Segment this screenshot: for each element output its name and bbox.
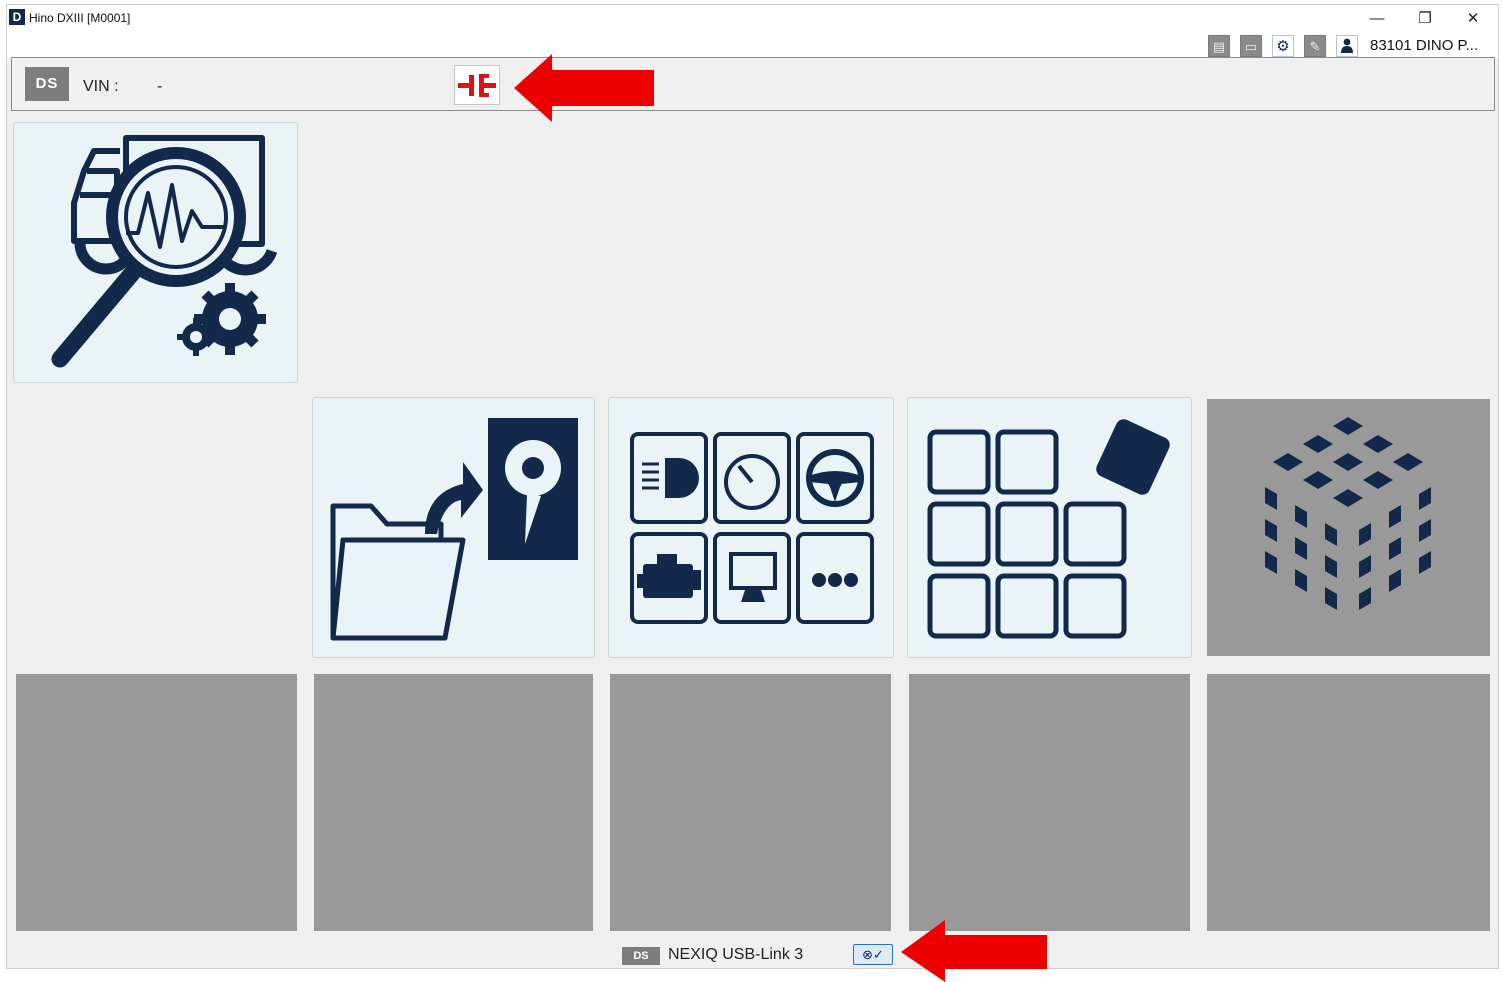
minimize-button[interactable]: — [1354, 5, 1400, 32]
folder-to-disk-icon [330, 418, 578, 641]
diagnosis-tile[interactable] [13, 122, 298, 383]
truck-diagnosis-icon [51, 135, 278, 368]
custom-layout-tile[interactable] [907, 397, 1192, 658]
interface-status-button[interactable]: ⊗✓ [853, 944, 893, 965]
app-logo-icon: D [9, 9, 25, 25]
vin-label: VIN : [83, 78, 119, 95]
status-ds-logo: DS [622, 947, 660, 965]
user-name[interactable]: 83101 DINO P... [1370, 35, 1493, 57]
app-window: D Hino DXIII [M0001] — ❐ ✕ ▤ ▭ ⚙ ✎ 83101… [6, 4, 1499, 969]
window-title: Hino DXIII [M0001] [29, 11, 131, 25]
print-preview-icon[interactable]: ▤ [1208, 35, 1230, 57]
edit-icon[interactable]: ✎ [1304, 35, 1326, 57]
vin-value: - [157, 78, 163, 95]
function-menu-tile[interactable] [608, 397, 894, 658]
empty-tile-4[interactable] [909, 674, 1190, 931]
top-toolbar: ▤ ▭ ⚙ ✎ 83101 DINO P... [7, 32, 1498, 58]
empty-tile-5[interactable] [1207, 674, 1490, 931]
disconnected-plug-icon [458, 74, 496, 97]
user-icon[interactable] [1336, 35, 1358, 57]
grid-blocks-icon [927, 419, 1170, 639]
cube-tile[interactable] [1207, 399, 1490, 656]
empty-tile-3[interactable] [610, 674, 891, 931]
restore-button[interactable]: ❐ [1402, 5, 1448, 32]
empty-tile-2[interactable] [314, 674, 593, 931]
vehicle-connect-button[interactable] [454, 65, 500, 105]
arrow-callout-bottom [901, 920, 1047, 982]
settings-icon[interactable]: ⚙ [1272, 35, 1294, 57]
ds-logo: DS [25, 67, 69, 101]
close-button[interactable]: ✕ [1450, 5, 1496, 32]
data-import-tile[interactable] [312, 397, 595, 658]
vin-bar: DS VIN : - [11, 57, 1495, 111]
interface-name: NEXIQ USB-Link 3 [668, 946, 804, 963]
vehicle-functions-icon [630, 432, 874, 624]
cube-icon [1265, 417, 1431, 610]
arrow-callout-top [514, 54, 654, 122]
title-bar: D Hino DXIII [M0001] — ❐ ✕ [7, 5, 1498, 32]
empty-tile-1[interactable] [16, 674, 297, 931]
printer-icon[interactable]: ▭ [1240, 35, 1262, 57]
interface-connected-icon: ⊗✓ [862, 947, 884, 962]
